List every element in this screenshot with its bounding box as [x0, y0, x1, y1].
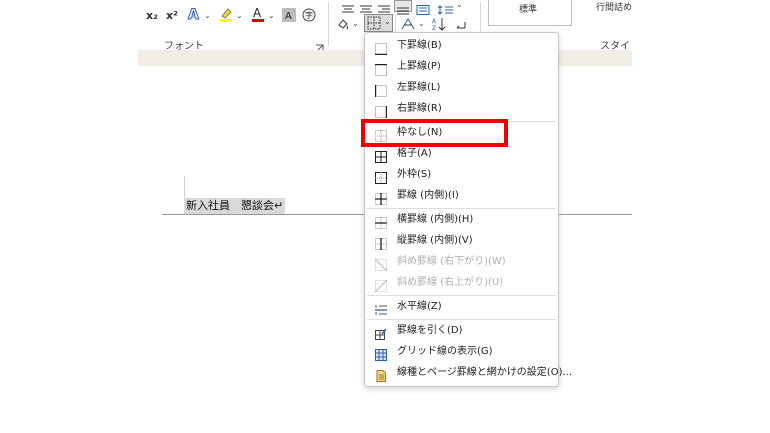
border-inside-vertical-icon [375, 235, 387, 250]
svg-text:字: 字 [305, 10, 313, 20]
border-outside-icon [375, 169, 387, 184]
menu-item-borders-shading[interactable]: 線種とページ罫線と網かけの設定(O)... [367, 363, 572, 383]
font-color-icon[interactable]: A [250, 6, 266, 26]
menu-item-border-inside[interactable]: 罫線 (内側)(I) [367, 186, 556, 206]
menu-item-border-top[interactable]: 上罫線(P) [367, 57, 556, 77]
border-left-icon [374, 82, 387, 97]
menu-item-border-inside-vertical[interactable]: 縦罫線 (内側)(V) [367, 231, 556, 251]
chevron-down-icon[interactable]: ⌄ [352, 19, 359, 28]
border-bottom-icon [375, 40, 387, 56]
highlighter-icon[interactable] [218, 6, 234, 26]
text-effects-icon[interactable]: A [186, 6, 202, 26]
chevron-down-icon[interactable]: ⌄ [236, 11, 243, 20]
border-all-icon [375, 148, 387, 163]
menu-item-border-bottom[interactable]: 下罫線(B) [367, 36, 556, 56]
diagonal-down-border-icon [374, 256, 388, 272]
annotation-highlight-box [361, 119, 508, 147]
menu-item-view-gridlines[interactable]: グリッド線の表示(G) [367, 342, 556, 362]
menu-item-diagonal-up: 斜め罫線 (右上がり)(U) [367, 273, 556, 293]
diagonal-up-border-icon [374, 277, 388, 293]
svg-text:A: A [253, 6, 262, 20]
border-right-icon [375, 103, 388, 118]
menu-item-border-all[interactable]: 格子(A) [367, 144, 556, 164]
menu-item-border-inside-horizontal[interactable]: 横罫線 (内側)(H) [367, 210, 556, 230]
border-inside-horizontal-icon [375, 214, 387, 229]
chevron-down-icon[interactable]: ⌄ [418, 19, 425, 28]
justify-button[interactable] [394, 0, 412, 15]
svg-text:Z: Z [432, 25, 436, 31]
svg-text:A: A [432, 18, 437, 25]
document-paragraph[interactable]: 新入社員 懇談会↵ [184, 198, 286, 214]
style-no-spacing-label[interactable]: 行間詰め [596, 1, 632, 15]
menu-item-draw-table[interactable]: 罫線を引く(D) [367, 321, 556, 341]
chevron-down-icon[interactable]: ⌄ [204, 11, 211, 20]
menu-separator [367, 208, 556, 209]
borders-button[interactable]: ⌄ [364, 14, 393, 32]
borders-dropdown-menu: 下罫線(B) 上罫線(P) 左罫線(L) 右罫線(R) 枠なし(N) 格子(A)… [364, 32, 572, 387]
distributed-icon[interactable] [416, 0, 430, 19]
view-gridlines-icon [375, 346, 387, 361]
svg-text:A: A [188, 7, 199, 22]
menu-separator [367, 295, 556, 296]
enclose-characters-icon[interactable]: 字 [302, 7, 316, 26]
chevron-down-icon[interactable]: ⌄ [268, 11, 275, 20]
border-inside-icon [375, 190, 387, 205]
margin-mark [184, 176, 185, 198]
character-shading-icon[interactable]: A [282, 7, 296, 26]
svg-text:A: A [285, 11, 292, 22]
style-normal-label: 標準 [519, 5, 538, 15]
style-normal-tile[interactable]: 標準 [488, 0, 572, 26]
menu-item-border-left[interactable]: 左罫線(L) [367, 78, 556, 98]
menu-item-border-outside[interactable]: 外枠(S) [367, 165, 556, 185]
superscript-button[interactable]: x² [166, 9, 178, 23]
ribbon-divider [328, 2, 329, 46]
menu-item-border-right[interactable]: 右罫線(R) [367, 99, 556, 119]
border-top-icon [375, 61, 387, 76]
draw-table-icon [375, 325, 387, 340]
horizontal-line-icon [375, 301, 387, 315]
menu-item-diagonal-down: 斜め罫線 (右下がり)(W) [367, 252, 556, 272]
ribbon-divider [395, 14, 396, 32]
shading-icon[interactable] [336, 16, 350, 35]
menu-item-horizontal-line[interactable]: 水平線(Z) [367, 297, 556, 317]
chevron-down-icon[interactable]: ⌄ [456, 0, 463, 9]
menu-separator [367, 319, 556, 320]
borders-shading-icon [375, 367, 387, 382]
subscript-button[interactable]: x₂ [146, 9, 158, 23]
